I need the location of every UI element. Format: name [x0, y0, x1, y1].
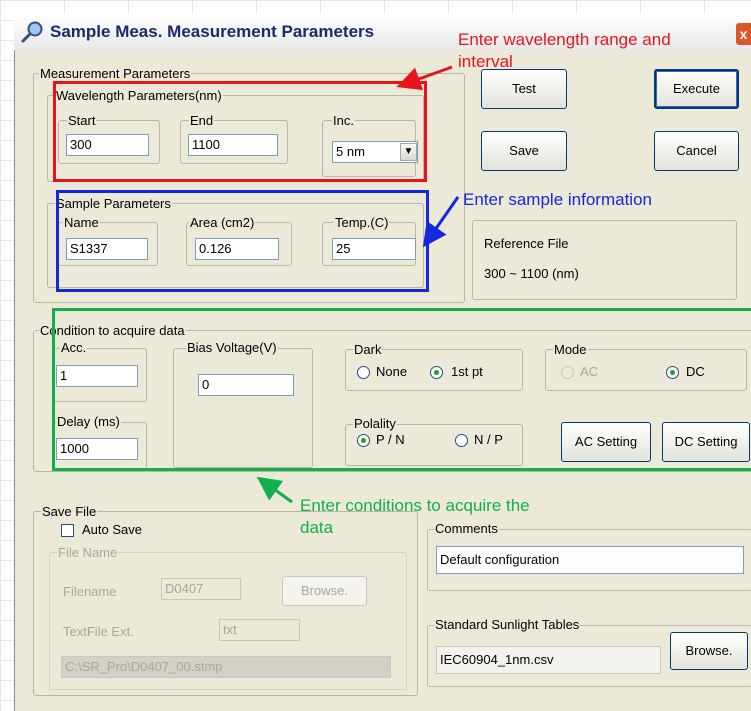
red-arrow — [396, 65, 453, 91]
conditions-annotation-line2: data — [300, 518, 334, 537]
annotation-arrows — [256, 65, 460, 504]
wavelength-annotation-line1: Enter wavelength range and — [458, 30, 671, 49]
wavelength-annotation-line2: interval — [458, 52, 513, 71]
green-arrow — [256, 476, 293, 504]
sample-annotation: Enter sample information — [463, 190, 652, 209]
blue-arrow — [422, 196, 460, 248]
conditions-annotation-line1: Enter conditions to acquire the — [300, 496, 530, 515]
